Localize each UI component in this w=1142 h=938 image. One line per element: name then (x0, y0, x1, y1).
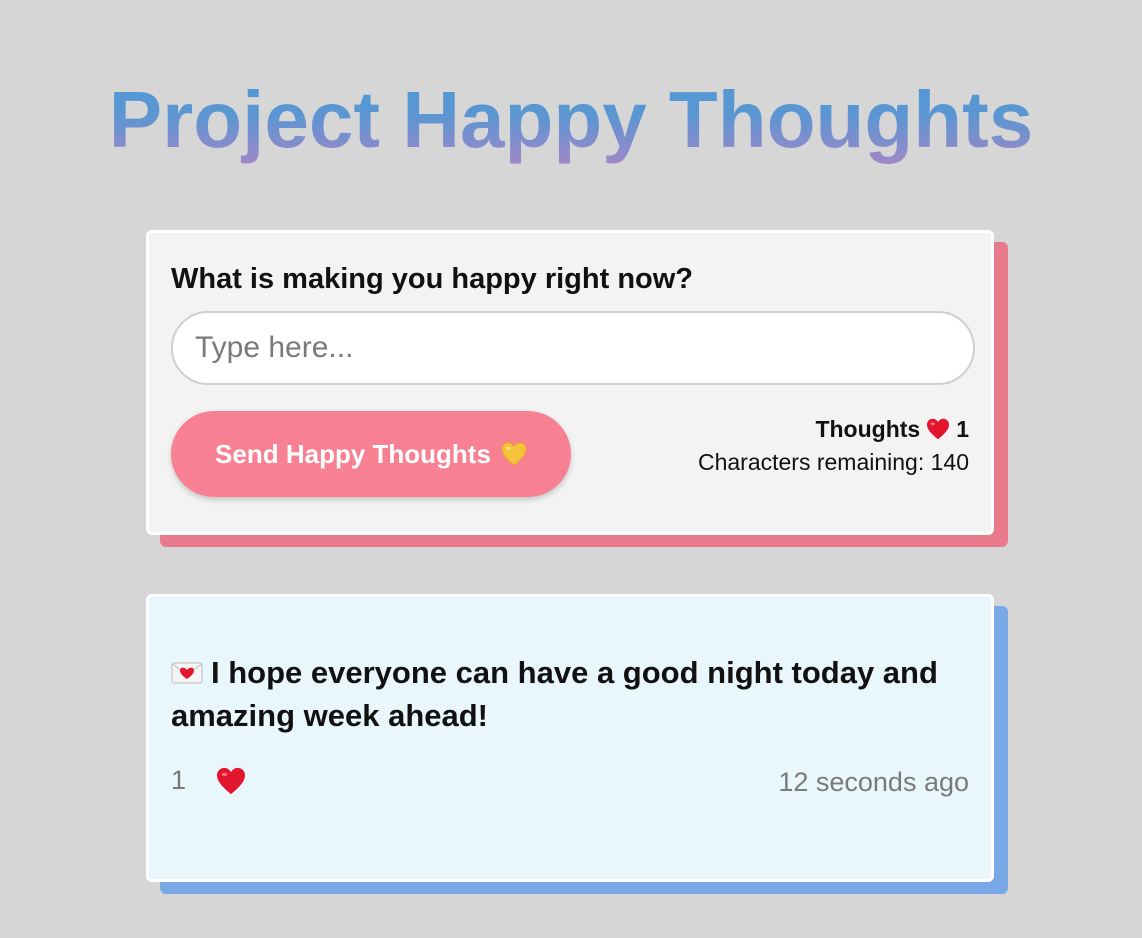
yellow-heart-icon (501, 442, 527, 466)
thought-text: I hope everyone can have a good night to… (171, 655, 938, 733)
like-count: 1 (171, 765, 187, 795)
page-title: Project Happy Thoughts (0, 72, 1142, 168)
thoughts-count-line: Thoughts 1 (698, 413, 969, 445)
red-heart-icon (217, 767, 245, 794)
thought-form-card: What is making you happy right now? Send… (146, 230, 994, 535)
send-happy-thoughts-button[interactable]: Send Happy Thoughts (171, 411, 571, 497)
thought-input[interactable] (171, 311, 975, 385)
like-button[interactable] (211, 765, 251, 799)
red-heart-icon (927, 418, 950, 440)
thoughts-count: 1 (956, 416, 969, 442)
send-button-label: Send Happy Thoughts (215, 438, 491, 469)
form-question: What is making you happy right now? (171, 263, 694, 295)
thoughts-label: Thoughts (815, 416, 921, 442)
thought-card: I hope everyone can have a good night to… (146, 594, 994, 882)
characters-remaining: Characters remaining: 140 (697, 449, 969, 475)
thought-message: I hope everyone can have a good night to… (171, 651, 971, 737)
thought-timestamp: 12 seconds ago (778, 767, 969, 797)
thought-stats: Thoughts 1 Characters remaining: 140 (698, 413, 969, 479)
love-letter-icon (171, 662, 203, 684)
